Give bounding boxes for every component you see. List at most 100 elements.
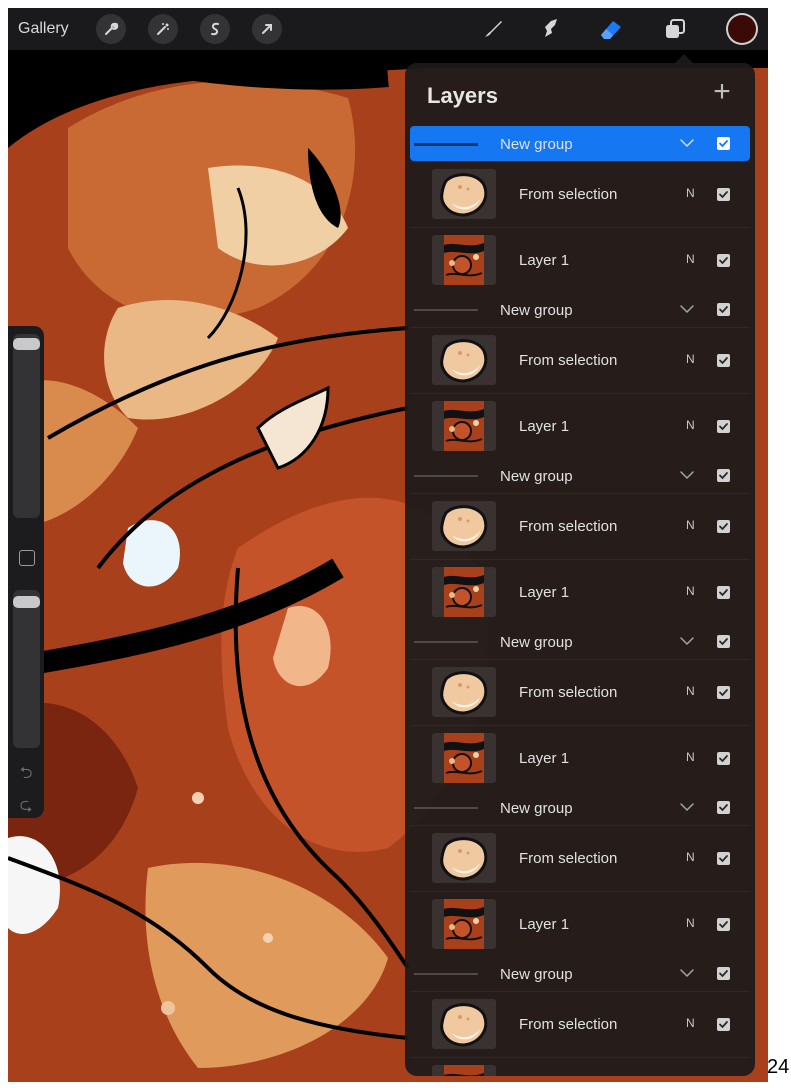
brush-size-thumb[interactable] <box>13 338 40 350</box>
layer-thumbnail[interactable] <box>432 335 496 385</box>
layer-thumbnail[interactable] <box>432 566 496 617</box>
blend-mode[interactable]: N <box>686 584 695 598</box>
modify-button[interactable] <box>19 550 35 566</box>
layer-name: Layer 1 <box>519 915 570 933</box>
layer-row[interactable]: Layer 1 N <box>410 724 750 791</box>
visibility-checkbox[interactable] <box>717 686 730 699</box>
visibility-checkbox[interactable] <box>717 801 730 814</box>
group-name: New group <box>500 468 573 485</box>
gallery-button[interactable]: Gallery <box>18 8 69 50</box>
eraser-icon[interactable] <box>594 12 628 46</box>
visibility-checkbox[interactable] <box>717 137 730 150</box>
layer-row[interactable]: Layer 1 N <box>410 392 750 459</box>
chevron-down-icon[interactable] <box>678 134 696 152</box>
plus-icon[interactable]: + <box>707 77 737 107</box>
color-picker-swatch[interactable] <box>728 15 756 43</box>
blend-mode[interactable]: N <box>686 518 695 532</box>
opacity-slider[interactable] <box>13 590 40 748</box>
visibility-checkbox[interactable] <box>717 585 730 599</box>
layer-group-row[interactable]: New group <box>410 624 750 659</box>
blend-mode[interactable]: N <box>686 252 695 266</box>
layer-name: Layer 1 <box>519 583 570 601</box>
layer-row[interactable]: From selection N <box>410 161 750 227</box>
layer-name: Layer 1 <box>519 749 570 767</box>
layers-icon[interactable] <box>658 12 692 46</box>
layer-thumbnail[interactable] <box>432 501 496 551</box>
blend-mode[interactable]: N <box>686 1016 695 1030</box>
layer-group-row[interactable]: New group <box>410 126 750 161</box>
layer-row[interactable]: Layer 1 N <box>410 558 750 625</box>
visibility-checkbox[interactable] <box>717 1018 730 1031</box>
layer-row[interactable]: From selection N <box>410 493 750 559</box>
layer-name: From selection <box>519 684 618 701</box>
layer-name: From selection <box>519 186 618 203</box>
chevron-down-icon[interactable] <box>678 466 696 484</box>
layer-thumbnail[interactable] <box>432 999 496 1049</box>
blend-mode[interactable]: N <box>686 418 695 432</box>
blend-mode[interactable]: N <box>686 186 695 200</box>
visibility-checkbox[interactable] <box>717 354 730 367</box>
visibility-checkbox[interactable] <box>717 419 730 433</box>
layer-name: Layer 1 <box>519 251 570 269</box>
layer-thumbnail[interactable] <box>432 1064 496 1076</box>
wrench-icon[interactable] <box>96 14 126 44</box>
layer-group-row[interactable]: New group <box>410 790 750 825</box>
layer-name: Layer 1 <box>519 417 570 435</box>
layer-group-row[interactable]: New group <box>410 956 750 991</box>
layer-row[interactable]: From selection N <box>410 991 750 1057</box>
blend-mode[interactable]: N <box>686 684 695 698</box>
visibility-checkbox[interactable] <box>717 188 730 201</box>
group-line-icon <box>414 807 478 809</box>
chevron-down-icon[interactable] <box>678 798 696 816</box>
layer-row[interactable]: Layer 1 N <box>410 890 750 957</box>
group-line-icon <box>414 475 478 477</box>
group-line-icon <box>414 973 478 975</box>
brush-icon[interactable] <box>476 12 510 46</box>
group-name: New group <box>500 800 573 817</box>
visibility-checkbox[interactable] <box>717 852 730 865</box>
panel-title: Layers <box>427 83 498 108</box>
chevron-down-icon[interactable] <box>678 964 696 982</box>
undo-icon[interactable]: ⮌ <box>17 762 35 789</box>
layer-row[interactable]: From selection N <box>410 825 750 891</box>
visibility-checkbox[interactable] <box>717 303 730 316</box>
layer-name: From selection <box>519 352 618 369</box>
top-toolbar: Gallery <box>8 8 768 50</box>
layer-thumbnail[interactable] <box>432 833 496 883</box>
magic-wand-icon[interactable] <box>148 14 178 44</box>
visibility-checkbox[interactable] <box>717 469 730 482</box>
group-name: New group <box>500 136 573 153</box>
smudge-icon[interactable] <box>534 12 568 46</box>
layer-row[interactable]: From selection N <box>410 659 750 725</box>
blend-mode[interactable]: N <box>686 916 695 930</box>
visibility-checkbox[interactable] <box>717 253 730 267</box>
layer-thumbnail[interactable] <box>432 169 496 219</box>
layer-row[interactable]: Layer 1 N <box>410 226 750 293</box>
visibility-checkbox[interactable] <box>717 635 730 648</box>
layer-thumbnail[interactable] <box>432 732 496 783</box>
layer-thumbnail[interactable] <box>432 898 496 949</box>
blend-mode[interactable]: N <box>686 352 695 366</box>
layer-row[interactable] <box>410 1056 750 1076</box>
layer-group-row[interactable]: New group <box>410 458 750 493</box>
visibility-checkbox[interactable] <box>717 917 730 931</box>
opacity-thumb[interactable] <box>13 596 40 608</box>
selection-icon[interactable] <box>200 14 230 44</box>
group-line-icon <box>414 309 478 311</box>
visibility-checkbox[interactable] <box>717 967 730 980</box>
brush-size-slider[interactable] <box>13 334 40 518</box>
layer-thumbnail[interactable] <box>432 400 496 451</box>
redo-icon[interactable]: ⮎ <box>17 794 35 821</box>
layer-thumbnail[interactable] <box>432 234 496 285</box>
blend-mode[interactable]: N <box>686 850 695 864</box>
transform-arrow-icon[interactable] <box>252 14 282 44</box>
layer-group-row[interactable]: New group <box>410 292 750 327</box>
chevron-down-icon[interactable] <box>678 632 696 650</box>
visibility-checkbox[interactable] <box>717 520 730 533</box>
layer-row[interactable]: From selection N <box>410 327 750 393</box>
blend-mode[interactable]: N <box>686 750 695 764</box>
layer-thumbnail[interactable] <box>432 667 496 717</box>
procreate-screen: Gallery ⮌ ⮎ Layers + New group From sele… <box>8 8 768 1082</box>
visibility-checkbox[interactable] <box>717 751 730 765</box>
chevron-down-icon[interactable] <box>678 300 696 318</box>
